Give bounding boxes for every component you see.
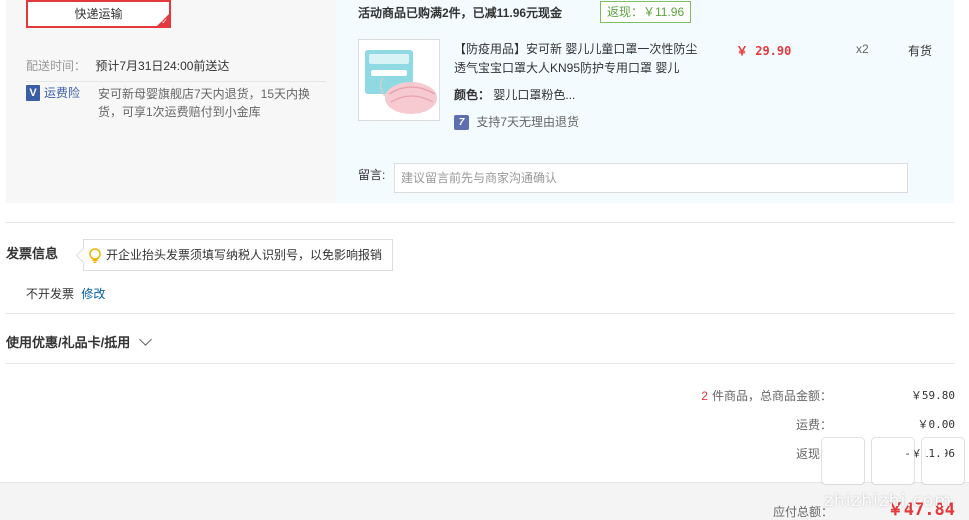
product-quantity: x2 <box>856 42 869 56</box>
goods-amount-label: 2 件商品，总商品金额： <box>701 387 832 405</box>
delivery-time-label: 配送时间： <box>26 59 87 73</box>
delivery-time: 配送时间： 预计7月31日24:00前送达 <box>26 57 326 81</box>
order-items: 活动商品已购满2件，已减11.96元现金 返现：￥11.96 【防疫用品】安可新… <box>336 0 954 203</box>
divider <box>26 81 326 82</box>
invoice-edit-link[interactable]: 修改 <box>81 287 105 301</box>
product-color-label: 颜色： <box>454 88 491 102</box>
freight-insurance-label[interactable]: 运费险 <box>44 85 80 101</box>
invoice-tip: 开企业抬头发票须填写纳税人识别号，以免影响报销 <box>83 239 394 271</box>
invoice-status-text: 不开发票 <box>26 287 75 301</box>
delivery-time-value: 预计7月31日24:00前送达 <box>95 59 230 73</box>
message-input[interactable] <box>394 163 908 193</box>
product-color: 颜色： 婴儿口罩粉色... <box>454 86 575 104</box>
check-icon: ✓ <box>161 17 168 26</box>
message-label: 留言: <box>358 168 386 182</box>
product-color-value: 婴儿口罩粉色... <box>493 88 576 102</box>
rebate-tag: 返现：￥11.96 <box>600 1 692 23</box>
mask-product-icon <box>359 40 439 120</box>
freight-label: 运费： <box>795 418 832 432</box>
promo-text: 活动商品已购满2件，已减11.96元现金 <box>358 6 563 20</box>
freight-row: 运费： ￥0.00 <box>600 416 955 434</box>
product-stock: 有货 <box>908 44 933 58</box>
lightbulb-icon <box>89 248 101 263</box>
freight-insurance-text: 安可新母婴旗舰店7天内退货，15天内换货，可享1次运费赔付到小金库 <box>98 87 311 119</box>
goods-amount-value: ￥59.80 <box>910 389 955 402</box>
coupon-toggle[interactable]: 使用优惠/礼品卡/抵用 <box>6 333 152 352</box>
divider <box>6 313 954 314</box>
express-shipping-button[interactable]: 快递运输 ✓ <box>26 0 171 28</box>
coupon-label: 使用优惠/礼品卡/抵用 <box>6 335 131 350</box>
invoice-tip-text: 开企业抬头发票须填写纳税人识别号，以免影响报销 <box>106 248 383 262</box>
freight-value: ￥0.00 <box>917 418 956 431</box>
divider <box>6 222 954 223</box>
express-shipping-label: 快递运输 <box>74 7 123 21</box>
item-count: 2 <box>701 389 708 403</box>
rebate-row: 返现： -￥11.96 <box>600 445 955 463</box>
rebate-label: 返现： <box>795 447 832 461</box>
shipping-section: 快递运输 ✓ 配送时间： 预计7月31日24:00前送达 V 运费险 安可新母婴… <box>6 0 954 203</box>
shipping-options: 快递运输 ✓ 配送时间： 预计7月31日24:00前送达 V 运费险 安可新母婴… <box>6 0 336 203</box>
goods-amount-label-text: 件商品，总商品金额： <box>711 389 832 403</box>
payable-total-bar: 应付总额： ￥47.84 <box>0 482 969 520</box>
payable-total-label: 应付总额： <box>773 505 834 519</box>
product-image[interactable] <box>358 39 440 121</box>
goods-amount-row: 2 件商品，总商品金额： ￥59.80 <box>600 387 955 405</box>
rebate-value: -￥11.96 <box>904 447 955 460</box>
divider <box>6 363 954 364</box>
return-policy: 7 支持7天无理由退货 <box>454 114 580 131</box>
product-price: ￥ 29.90 <box>736 44 792 58</box>
seven-day-return-icon: 7 <box>454 115 469 131</box>
shield-v-icon: V <box>26 85 40 101</box>
payable-total-value: ￥47.84 <box>886 500 955 520</box>
return-policy-text: 支持7天无理由退货 <box>476 115 580 129</box>
invoice-status: 不开发票 修改 <box>26 285 105 303</box>
product-title[interactable]: 【防疫用品】安可新 婴儿儿童口罩一次性防尘透气宝宝口罩大人KN95防护专用口罩 … <box>454 40 704 78</box>
invoice-title: 发票信息 <box>6 246 59 261</box>
chevron-down-icon <box>138 333 152 346</box>
